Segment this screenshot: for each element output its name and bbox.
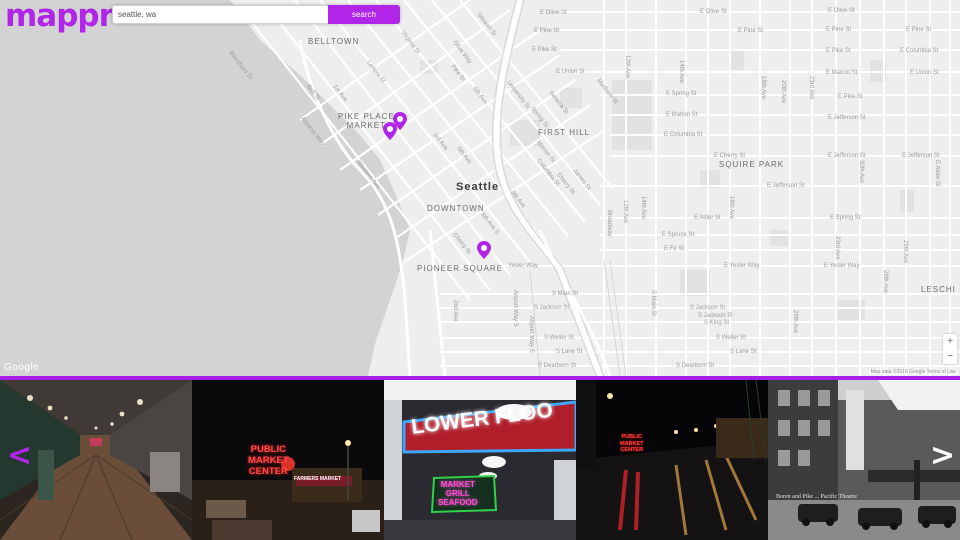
neighborhood-label: BELLTOWN [308,37,360,46]
street-label: E Pine St [826,27,852,33]
street-label: 12th Ave [622,200,628,224]
street-label: E Spring St [830,215,861,221]
street-label: S Jackson St [690,305,726,311]
street-label: E Yesler Way [724,263,760,269]
search-bar: search [112,5,400,24]
street-label: 30th Ave [858,160,864,184]
street-label: S Weller St [544,335,574,341]
street-label: E Alder St [934,160,940,187]
market-neon-sign-small: PUBLIC MARKET CENTER [620,434,644,453]
street-label: E Marion St [826,70,858,76]
street-label: 2nd Ave [452,300,458,322]
street-label: Airport Way S [528,316,534,353]
app-logo[interactable]: mappr [5,0,114,34]
street-label: 18th Ave [728,196,734,220]
photo-gallery: PUBLIC MARKET CENTER FARMERS MARKET LOWE… [0,380,960,540]
street-label: E Alder St [694,215,721,221]
zoom-in-button[interactable]: + [943,334,957,349]
street-label: E Pine St [534,28,560,34]
street-label: E Union St [910,70,939,76]
search-button[interactable]: search [328,5,400,24]
street-label: E Yesler Way [824,263,860,269]
map-pin-icon[interactable] [477,241,491,259]
street-label: S Lane St [556,349,583,355]
street-label: E Olive St [828,8,855,14]
street-label: E Pine St [906,27,932,33]
street-label: E Pike St [838,94,863,100]
neighborhood-label: PIONEER SQUARE [417,264,504,273]
google-logo: Google [4,362,40,373]
neighborhood-label: FIRST HILL [538,128,591,137]
street-label: 28th Ave [882,270,888,294]
street-label: 14th Ave [678,60,684,84]
street-label: S Dearborn St [538,363,577,369]
street-label: 29th Ave [792,310,798,334]
neighborhood-label: SQUIRE PARK [719,160,785,169]
street-label: E Olive St [700,9,727,15]
street-label: Yesler Way [508,263,538,269]
gallery-prev-button[interactable]: < [7,441,32,475]
street-label: 14th Ave [640,196,646,220]
photo-caption: Boren and Pike ... Pacific Theatre [776,494,857,500]
map-pin-icon[interactable] [383,122,397,140]
street-label: 23rd Ave [808,76,814,100]
street-label: E Pike St [532,47,557,53]
photo-lower-floor-sign[interactable]: LOWER FLOO MARKET GRILL SEAFOOD [384,380,576,540]
street-label: E Jefferson St [767,183,805,189]
zoom-out-button[interactable]: − [943,349,957,364]
street-label: E Spruce St [662,232,695,238]
city-label: Seattle [456,181,500,193]
street-label: 23rd Ave [834,236,840,260]
street-label: E Olive St [540,10,567,16]
street-label: E Jefferson St [828,115,866,121]
street-label: E Spring St [666,91,697,97]
market-grill-neon-sign: MARKET GRILL SEAFOOD [438,480,478,507]
street-label: S King St [704,320,730,326]
map-attribution[interactable]: Map data ©2016 Google Terms of Use [868,369,958,375]
market-neon-sign: PUBLIC MARKET CENTER [248,444,289,477]
street-label: 20th Ave [780,80,786,104]
street-label: Airport Way S [512,290,518,327]
neighborhood-label: LESCHI [921,285,956,294]
zoom-control: + − [943,334,957,364]
street-label: S Weller St [716,335,746,341]
search-input[interactable] [112,5,328,24]
photo-public-market-sign[interactable]: PUBLIC MARKET CENTER FARMERS MARKET [192,380,384,540]
street-label: E Union St [556,69,585,75]
street-label: E Columbia St [664,132,703,138]
street-label: E Jefferson St [902,153,940,159]
neighborhood-label: DOWNTOWN [427,204,485,213]
gallery-next-button[interactable]: > [930,441,955,475]
farmers-market-sign: FARMERS MARKET [294,476,342,482]
street-label: S Main St [650,290,656,317]
street-label: E Jefferson St [828,153,866,159]
street-label: E Cherry St [714,153,746,159]
street-label: E Marion St [666,112,698,118]
street-label: Broadway [606,210,612,237]
photo-rainy-street-night[interactable]: PUBLIC MARKET CENTER [576,380,768,540]
street-label: E Pine St [738,28,764,34]
street-label: E Fir St [664,246,685,252]
street-label: S Dearborn St [676,363,715,369]
street-label: E Columbia St [900,48,939,54]
street-label: 29th Ave [902,240,908,264]
street-label: 12th Ave [624,55,630,79]
street-label: S Jackson Pl [698,313,733,319]
street-label: E Pike St [826,48,851,54]
street-label: S Jackson St [534,305,570,311]
street-label: S Main St [552,291,579,297]
street-label: 18th Ave [760,76,766,100]
map-canvas[interactable]: E Olive St E Pine St E Pike St E Union S… [0,0,960,376]
street-label: S Lane St [730,349,757,355]
